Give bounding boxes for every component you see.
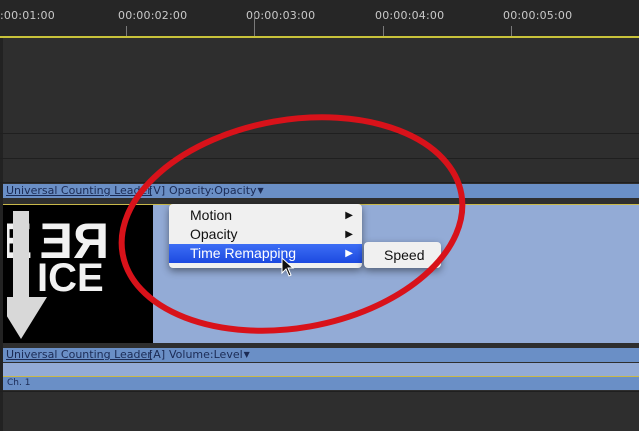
menu-item-time-remapping[interactable]: Time Remapping ▶ [169,244,362,263]
audio-effect-dropdown[interactable]: Volume:Level▼ [169,348,250,362]
ruler-tick [511,26,512,36]
time-ruler[interactable]: :00:01:00 00:00:02:00 00:00:03:00 00:00:… [0,0,639,38]
audio-clip-header[interactable]: Universal Counting Leader [A] Volume:Lev… [3,348,639,362]
menu-item-opacity[interactable]: Opacity ▶ [169,225,362,244]
ruler-label-1: :00:01:00 [0,9,55,22]
audio-channel-bar: Ch. 1 [3,377,639,390]
ruler-tick [254,14,255,36]
time-remapping-submenu: Speed [364,242,441,268]
channel-label: Ch. 1 [7,378,31,388]
menu-item-label: Opacity [190,226,238,242]
track-divider [0,158,639,159]
ruler-label-2: 00:00:02:00 [118,9,188,22]
video-clip-header[interactable]: Universal Counting Leader [V] Opacity:Op… [3,184,639,198]
track-divider [0,182,639,183]
ruler-label-5: 00:00:05:00 [503,9,573,22]
ruler-label-3: 00:00:03:00 [246,9,316,22]
video-track-tag: [V] [149,184,166,197]
submenu-arrow-icon: ▶ [345,210,353,221]
video-effect-label: Opacity:Opacity [169,184,257,197]
ruler-label-4: 00:00:04:00 [375,9,445,22]
audio-clip[interactable] [3,363,639,377]
clip-thumbnail: RE E ICE [3,205,153,343]
counting-leader-frame: RE E ICE [3,205,153,343]
ruler-tick [126,26,127,36]
submenu-arrow-icon: ▶ [345,248,353,259]
audio-track-tag: [A] [149,348,166,361]
menu-item-motion[interactable]: Motion ▶ [169,206,362,225]
mouse-cursor-icon [281,257,295,277]
chevron-down-icon: ▼ [257,186,264,195]
audio-clip-name[interactable]: Universal Counting Leader [6,348,152,362]
ruler-tick [383,26,384,36]
effect-context-menu: Motion ▶ Opacity ▶ Time Remapping ▶ [169,204,362,268]
chevron-down-icon: ▼ [243,350,250,359]
audio-effect-label: Volume:Level [169,348,243,361]
submenu-item-speed[interactable]: Speed [384,242,424,268]
thumbnail-text-2: ICE [37,256,104,300]
video-clip-name[interactable]: Universal Counting Leader [6,184,152,198]
video-effect-dropdown[interactable]: Opacity:Opacity▼ [169,184,264,198]
menu-item-label: Motion [190,207,233,223]
submenu-arrow-icon: ▶ [345,229,353,240]
track-divider [0,133,639,134]
track-divider [0,391,639,392]
